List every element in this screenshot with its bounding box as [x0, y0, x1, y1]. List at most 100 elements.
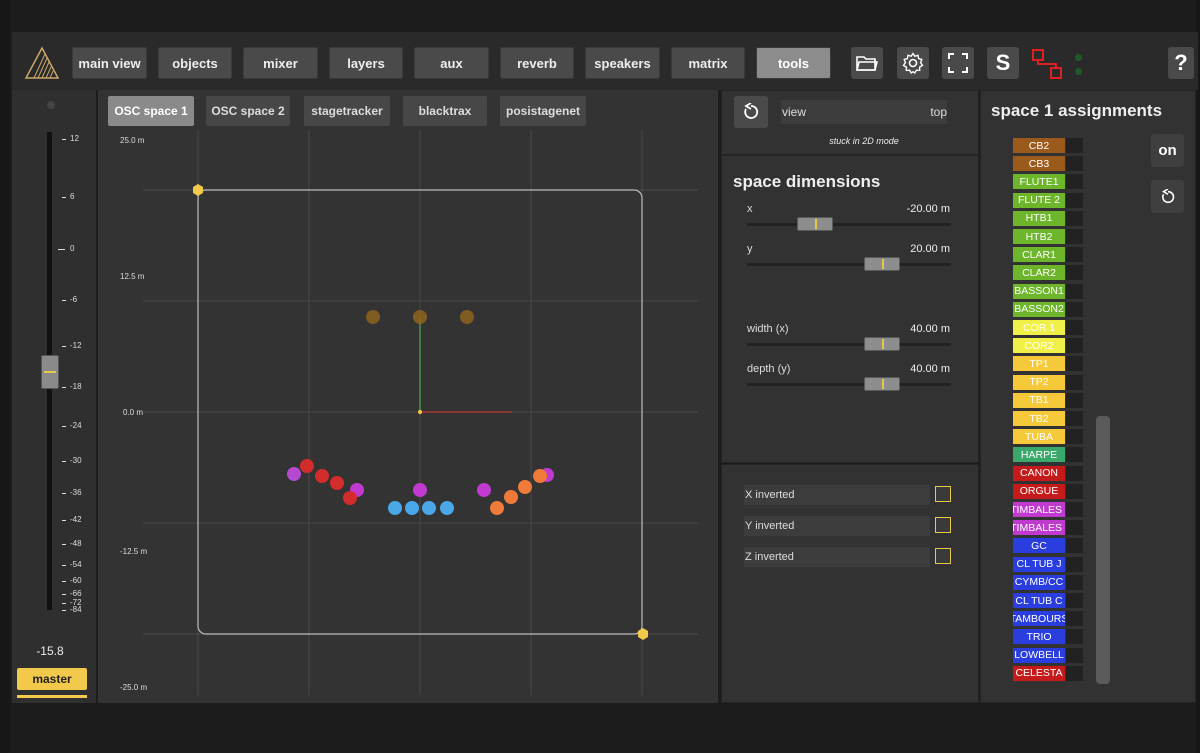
assignment-item[interactable]: CELESTA — [1013, 665, 1065, 681]
assignment-item[interactable]: BASSON2 — [1013, 301, 1065, 317]
dimension-slider-track[interactable] — [747, 383, 951, 386]
assignment-target[interactable] — [1066, 356, 1083, 372]
assignment-target[interactable] — [1066, 465, 1083, 481]
assignment-target[interactable] — [1066, 629, 1083, 645]
assignment-item[interactable]: TB2 — [1013, 411, 1065, 426]
assignment-target[interactable] — [1066, 520, 1083, 536]
dimension-slider-thumb[interactable] — [864, 377, 900, 391]
assignment-item[interactable]: FLUTE1 — [1013, 174, 1065, 190]
assignment-target[interactable] — [1066, 265, 1083, 281]
dimension-slider-thumb[interactable] — [864, 257, 900, 271]
assignment-target[interactable] — [1066, 374, 1083, 390]
assignment-item[interactable]: ORGUE — [1013, 483, 1065, 499]
reset-icon[interactable] — [734, 96, 768, 128]
assignment-item[interactable]: TIMBALES I — [1013, 502, 1065, 517]
dimension-slider-track[interactable] — [747, 223, 951, 226]
assignment-target[interactable] — [1066, 483, 1083, 499]
help-icon[interactable]: ? — [1168, 47, 1194, 79]
dimension-value[interactable]: 20.00 m — [850, 243, 950, 255]
assignment-item[interactable]: FLUTE 2 — [1013, 192, 1065, 208]
assignment-target[interactable] — [1066, 556, 1083, 572]
assignment-item[interactable]: CB2 — [1013, 138, 1065, 153]
dimension-value[interactable]: 40.00 m — [850, 323, 950, 335]
assignment-item[interactable]: CB3 — [1013, 156, 1065, 172]
assignment-target[interactable] — [1066, 447, 1083, 463]
assignment-target[interactable] — [1066, 320, 1083, 335]
assignment-item[interactable]: TP1 — [1013, 356, 1065, 372]
assignment-item[interactable]: HARPE — [1013, 447, 1065, 463]
space-tab-osc-space-2[interactable]: OSC space 2 — [206, 96, 290, 126]
nav-tab-layers[interactable]: layers — [329, 47, 403, 79]
assignment-target[interactable] — [1066, 174, 1083, 190]
dimension-slider-thumb[interactable] — [864, 337, 900, 351]
inversion-checkbox[interactable] — [935, 548, 951, 564]
assignment-item[interactable]: TB1 — [1013, 392, 1065, 408]
nav-tab-tools[interactable]: tools — [756, 47, 831, 79]
assignment-target[interactable] — [1066, 247, 1083, 263]
assignment-item[interactable]: BASSON1 — [1013, 283, 1065, 299]
assignment-target[interactable] — [1066, 392, 1083, 408]
nav-tab-speakers[interactable]: speakers — [585, 47, 660, 79]
assignment-target[interactable] — [1066, 611, 1083, 627]
master-button[interactable]: master — [17, 668, 87, 690]
assignment-item[interactable]: TRIO — [1013, 629, 1065, 645]
nav-tab-main-view[interactable]: main view — [72, 47, 147, 79]
assignment-item[interactable]: HTB1 — [1013, 210, 1065, 226]
assignment-target[interactable] — [1066, 338, 1083, 354]
assignment-target[interactable] — [1066, 647, 1083, 663]
space-view[interactable] — [98, 130, 718, 700]
assignment-item[interactable]: CLAR2 — [1013, 265, 1065, 281]
assignment-target[interactable] — [1066, 429, 1083, 445]
assignment-target[interactable] — [1066, 283, 1083, 299]
dimension-slider-track[interactable] — [747, 343, 951, 346]
nav-tab-mixer[interactable]: mixer — [243, 47, 318, 79]
nav-tab-objects[interactable]: objects — [158, 47, 232, 79]
assignment-item[interactable]: GC — [1013, 538, 1065, 554]
space-tab-blacktrax[interactable]: blacktrax — [403, 96, 487, 126]
assignment-item[interactable]: HTB2 — [1013, 229, 1065, 244]
nav-tab-aux[interactable]: aux — [414, 47, 489, 79]
dimension-value[interactable]: -20.00 m — [850, 203, 950, 215]
space-tab-posistagenet[interactable]: posistagenet — [500, 96, 586, 126]
nav-tab-matrix[interactable]: matrix — [671, 47, 745, 79]
assignment-item[interactable]: CANON — [1013, 465, 1065, 481]
view-selector[interactable]: view top — [781, 100, 947, 124]
assignment-item[interactable]: TAMBOURS — [1013, 611, 1065, 627]
assignments-scrollbar[interactable] — [1096, 416, 1110, 684]
assignment-item[interactable]: COR 1 — [1013, 320, 1065, 335]
assignment-target[interactable] — [1066, 574, 1083, 590]
assignment-target[interactable] — [1066, 665, 1083, 681]
space-tab-stagetracker[interactable]: stagetracker — [304, 96, 390, 126]
assignment-target[interactable] — [1066, 411, 1083, 426]
folder-icon[interactable] — [851, 47, 883, 79]
assignment-target[interactable] — [1066, 502, 1083, 517]
assignment-target[interactable] — [1066, 156, 1083, 172]
dimension-slider-thumb[interactable] — [797, 217, 833, 231]
assignment-target[interactable] — [1066, 192, 1083, 208]
solo-button[interactable]: S — [987, 47, 1019, 79]
assignment-item[interactable]: TP2 — [1013, 374, 1065, 390]
assignment-target[interactable] — [1066, 229, 1083, 244]
assignment-item[interactable]: CLAR1 — [1013, 247, 1065, 263]
assignment-item[interactable]: CL TUB J — [1013, 556, 1065, 572]
fullscreen-icon[interactable] — [942, 47, 974, 79]
assignment-item[interactable]: TUBA — [1013, 429, 1065, 445]
assignment-item[interactable]: TIMBALES I — [1013, 520, 1065, 536]
nav-tab-reverb[interactable]: reverb — [500, 47, 574, 79]
assignment-target[interactable] — [1066, 593, 1083, 608]
dimension-value[interactable]: 40.00 m — [850, 363, 950, 375]
assignment-item[interactable]: CYMB/CC — [1013, 574, 1065, 590]
inversion-checkbox[interactable] — [935, 486, 951, 502]
space-tab-osc-space-1[interactable]: OSC space 1 — [108, 96, 194, 126]
dimension-slider-track[interactable] — [747, 263, 951, 266]
network-icon[interactable] — [1030, 47, 1064, 81]
reset-assignments-icon[interactable] — [1151, 180, 1184, 213]
assignment-target[interactable] — [1066, 138, 1083, 153]
assignment-target[interactable] — [1066, 538, 1083, 554]
fader-thumb[interactable] — [41, 354, 59, 389]
assignment-item[interactable]: LOWBELL — [1013, 647, 1065, 663]
assignment-target[interactable] — [1066, 301, 1083, 317]
inversion-checkbox[interactable] — [935, 517, 951, 533]
gear-icon[interactable] — [897, 47, 929, 79]
assignment-item[interactable]: COR2 — [1013, 338, 1065, 354]
